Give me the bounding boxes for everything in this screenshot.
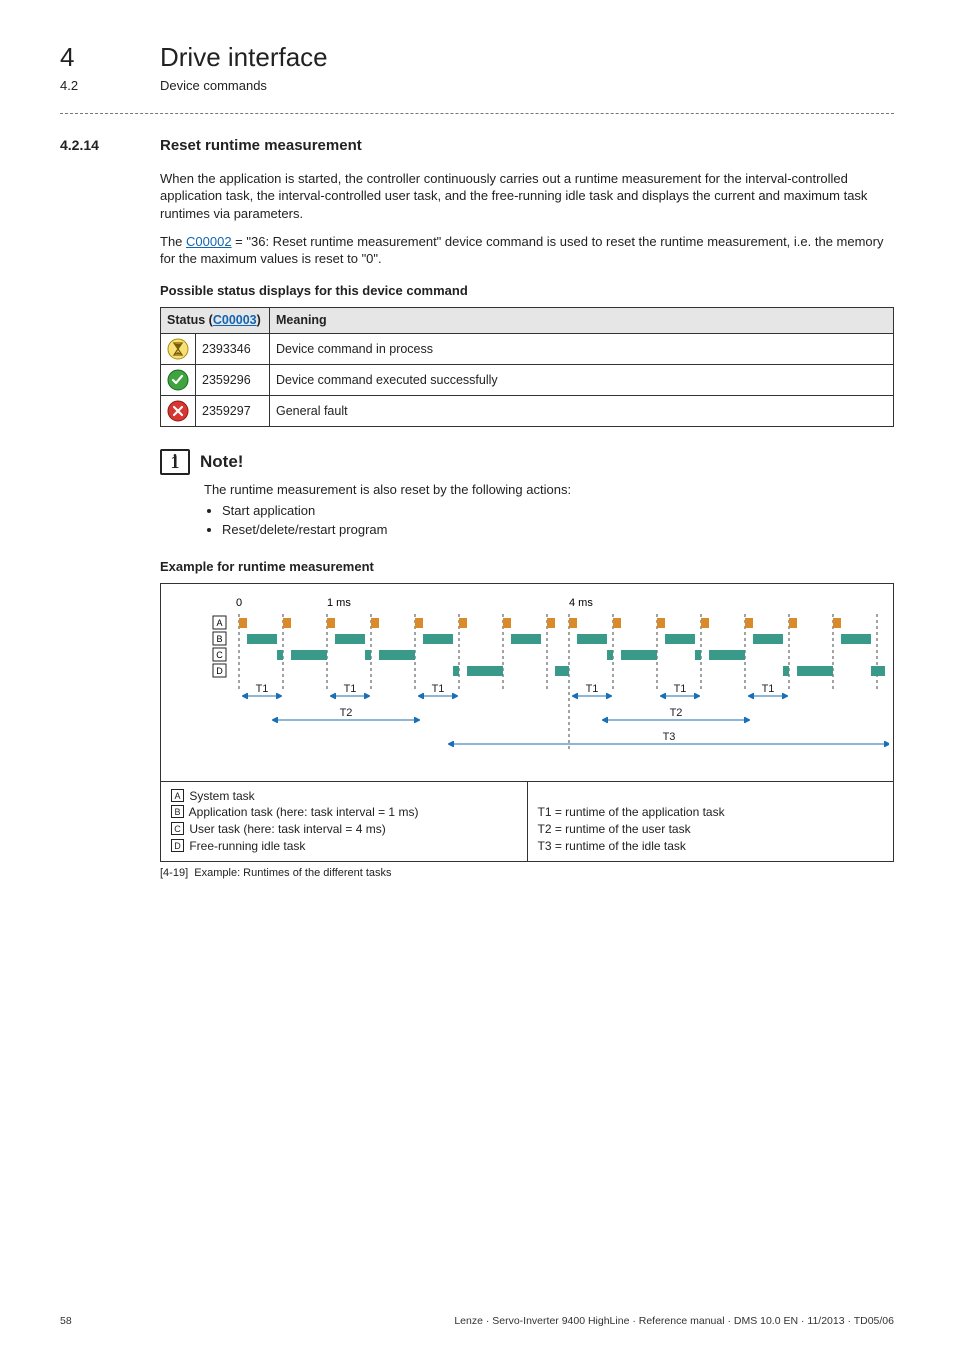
axis-0: 0	[236, 597, 242, 609]
legend-text: User task (here: task interval = 4 ms)	[186, 822, 386, 836]
footer-meta: Lenze · Servo-Inverter 9400 HighLine · R…	[454, 1314, 894, 1328]
diagram-chart: 0 1 ms 4 ms A B C D	[161, 584, 893, 781]
label-t1: T1	[762, 683, 775, 695]
status-icon-cell	[161, 365, 196, 396]
label-t1: T1	[674, 683, 687, 695]
section-number: 4.2.14	[60, 136, 126, 155]
legend-text: System task	[186, 789, 255, 803]
body-content: When the application is started, the con…	[160, 170, 894, 881]
status-meaning: Device command executed successfully	[270, 365, 894, 396]
table-row: 2393346 Device command in process	[161, 334, 894, 365]
status-heading: Possible status displays for this device…	[160, 282, 894, 300]
note-block: 1 Note! The runtime measurement is also …	[160, 449, 894, 540]
status-value: 2393346	[196, 334, 270, 365]
legend-text: Free-running idle task	[186, 839, 305, 853]
caption-num: [4-19]	[160, 867, 188, 879]
legend-text: Application task (here: task interval = …	[186, 805, 418, 819]
col-meaning: Meaning	[270, 308, 894, 334]
section-title: Reset runtime measurement	[160, 136, 362, 156]
timing-svg: 0 1 ms 4 ms A B C D	[169, 592, 889, 772]
legend-right-line: T3 = runtime of the idle task	[538, 838, 884, 855]
page-number: 58	[60, 1314, 72, 1328]
label-t1: T1	[432, 683, 445, 695]
row-label-D: D	[216, 666, 223, 676]
legend-box: A	[171, 789, 184, 802]
table-row: 2359297 General fault	[161, 396, 894, 427]
col-status: Status (C00003)	[161, 308, 270, 334]
chapter-title: Drive interface	[160, 40, 328, 75]
label-t3: T3	[663, 731, 676, 743]
link-c00002[interactable]: C00002	[186, 234, 232, 249]
row-label-C: C	[216, 650, 223, 660]
table-row: 2359296 Device command executed successf…	[161, 365, 894, 396]
legend-right-line: T1 = runtime of the application task	[538, 804, 884, 821]
paragraph-2: The C00002 = "36: Reset runtime measurem…	[160, 233, 894, 268]
info-icon: 1	[160, 449, 190, 475]
note-bullets: Start application Reset/delete/restart p…	[218, 501, 894, 540]
status-icon-cell	[161, 334, 196, 365]
p2-suffix: = "36: Reset runtime measurement" device…	[160, 234, 884, 267]
legend-right-line: T2 = runtime of the user task	[538, 821, 884, 838]
bullet-item: Reset/delete/restart program	[222, 520, 894, 540]
bullet-item: Start application	[222, 501, 894, 521]
check-circle-icon	[167, 369, 189, 391]
status-close: )	[257, 313, 261, 327]
divider	[60, 113, 894, 114]
section-heading: 4.2.14 Reset runtime measurement	[60, 136, 894, 156]
legend-box: D	[171, 839, 184, 852]
legend-left: A System task B Application task (here: …	[161, 782, 528, 861]
chapter-number: 4	[60, 40, 120, 75]
page-header: 4 Drive interface	[60, 40, 894, 75]
label-t2: T2	[340, 707, 353, 719]
label-t1: T1	[256, 683, 269, 695]
example-heading: Example for runtime measurement	[160, 558, 894, 576]
link-c00003[interactable]: C00003	[213, 313, 257, 327]
status-table: Status (C00003) Meaning 2393346 Device c…	[160, 307, 894, 427]
status-icon-cell	[161, 396, 196, 427]
subsection-number: 4.2	[60, 77, 120, 95]
page-subheader: 4.2 Device commands	[60, 77, 894, 95]
figure-caption: [4-19] Example: Runtimes of the differen…	[160, 866, 894, 881]
caption-text: Example: Runtimes of the different tasks	[194, 867, 391, 879]
status-meaning: General fault	[270, 396, 894, 427]
legend-right: T1 = runtime of the application task T2 …	[528, 782, 894, 861]
label-t2: T2	[670, 707, 683, 719]
status-label: Status (	[167, 313, 213, 327]
note-lead: The runtime measurement is also reset by…	[204, 481, 894, 499]
note-title: Note!	[200, 451, 243, 474]
label-t1: T1	[344, 683, 357, 695]
error-circle-icon	[167, 400, 189, 422]
page-footer: 58 Lenze · Servo-Inverter 9400 HighLine …	[60, 1314, 894, 1328]
axis-1ms: 1 ms	[327, 597, 351, 609]
legend-box: C	[171, 822, 184, 835]
status-value: 2359296	[196, 365, 270, 396]
status-meaning: Device command in process	[270, 334, 894, 365]
axis-4ms: 4 ms	[569, 597, 593, 609]
status-value: 2359297	[196, 396, 270, 427]
timing-diagram: 0 1 ms 4 ms A B C D	[160, 583, 894, 862]
paragraph-1: When the application is started, the con…	[160, 170, 894, 223]
subsection-title: Device commands	[160, 77, 267, 95]
hourglass-icon	[167, 338, 189, 360]
row-label-B: B	[216, 634, 222, 644]
p2-prefix: The	[160, 234, 186, 249]
row-label-A: A	[216, 618, 222, 628]
legend-box: B	[171, 805, 184, 818]
label-t1: T1	[586, 683, 599, 695]
diagram-legend: A System task B Application task (here: …	[161, 781, 893, 861]
